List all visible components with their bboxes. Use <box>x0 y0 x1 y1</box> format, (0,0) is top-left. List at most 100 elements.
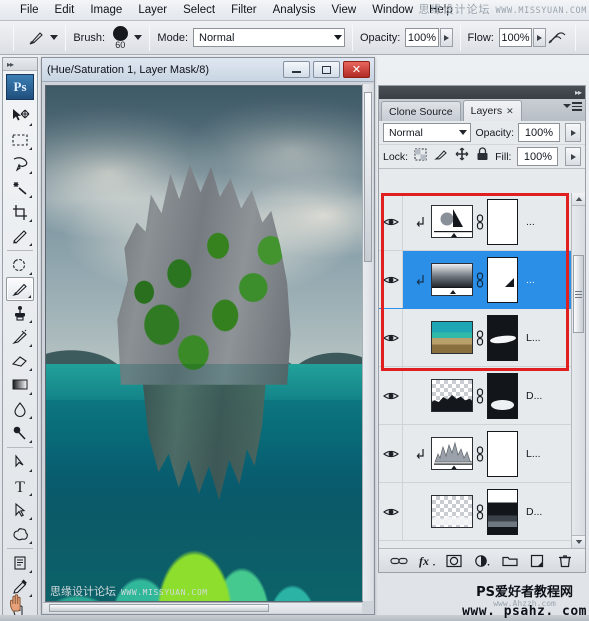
layer-blend-mode-select[interactable]: Normal <box>383 123 472 142</box>
layer-mask-link-icon[interactable] <box>473 387 487 404</box>
tool-notes[interactable] <box>6 551 34 575</box>
lock-image-pixels-icon[interactable] <box>434 148 448 166</box>
lock-transparent-pixels-icon[interactable] <box>414 148 427 166</box>
layer-visibility-toggle[interactable] <box>379 367 403 424</box>
panel-menu-button[interactable] <box>563 102 582 111</box>
layer-thumbnail[interactable] <box>431 437 473 470</box>
table-row[interactable]: ... <box>379 251 571 309</box>
flow-input[interactable]: 100% <box>498 28 533 47</box>
opacity-slider-button[interactable] <box>439 28 453 47</box>
delete-layer-button[interactable] <box>556 552 575 570</box>
tool-blur[interactable] <box>6 397 34 421</box>
tool-custom-shape[interactable] <box>6 522 34 546</box>
tool-preset-dropdown-icon[interactable] <box>50 35 59 40</box>
layer-thumbnail[interactable] <box>431 321 473 354</box>
menu-item-filter[interactable]: Filter <box>223 0 265 20</box>
menu-item-window[interactable]: Window <box>364 0 421 20</box>
tool-slice[interactable] <box>6 224 34 248</box>
tool-type[interactable]: T <box>6 474 34 498</box>
tool-history-brush[interactable] <box>6 325 34 349</box>
close-icon[interactable]: ✕ <box>506 106 514 117</box>
maximize-button[interactable] <box>313 61 340 78</box>
menu-item-edit[interactable]: Edit <box>47 0 83 20</box>
tool-dodge[interactable] <box>6 421 34 445</box>
tool-preset-picker[interactable] <box>26 26 46 50</box>
toolbox-collapse-handle[interactable]: ▸▸ <box>3 58 37 71</box>
lock-all-icon[interactable] <box>476 147 489 166</box>
tool-crop[interactable] <box>6 200 34 224</box>
scroll-up-button[interactable] <box>572 193 585 206</box>
menu-item-file[interactable]: File <box>12 0 47 20</box>
canvas-vertical-scrollbar[interactable] <box>362 84 373 601</box>
menu-item-view[interactable]: View <box>323 0 364 20</box>
close-button[interactable]: ✕ <box>343 61 370 78</box>
layer-visibility-toggle[interactable] <box>379 309 403 366</box>
tool-move[interactable] <box>6 104 34 128</box>
table-row[interactable]: ... <box>379 193 571 251</box>
menu-item-analysis[interactable]: Analysis <box>265 0 324 20</box>
canvas-horizontal-scrollbar[interactable] <box>43 602 362 613</box>
layers-panel-scrollbar[interactable] <box>571 193 585 548</box>
table-row[interactable]: L... <box>379 425 571 483</box>
layer-style-button[interactable]: fx <box>417 552 436 570</box>
layer-visibility-toggle[interactable] <box>379 193 403 250</box>
panel-opacity-input[interactable]: 100% <box>518 123 560 142</box>
layer-thumbnail[interactable] <box>431 379 473 412</box>
new-adjustment-layer-button[interactable] <box>472 552 491 570</box>
layers-scroll-thumb[interactable] <box>573 255 584 333</box>
link-layers-button[interactable] <box>389 552 408 570</box>
table-row[interactable]: D... <box>379 483 571 541</box>
new-layer-button[interactable] <box>528 552 547 570</box>
layer-mask-thumbnail[interactable] <box>487 430 518 477</box>
document-title-bar[interactable]: (Hue/Saturation 1, Layer Mask/8) ✕ <box>42 58 374 82</box>
tool-eraser[interactable] <box>6 349 34 373</box>
fill-input[interactable]: 100% <box>517 147 559 166</box>
brush-picker-dropdown-icon[interactable] <box>134 35 143 40</box>
menu-item-select[interactable]: Select <box>175 0 223 20</box>
flow-slider-button[interactable] <box>533 28 547 47</box>
tool-gradient[interactable] <box>6 373 34 397</box>
layer-mask-thumbnail[interactable] <box>487 372 518 419</box>
tool-patch[interactable] <box>6 253 34 277</box>
lock-position-icon[interactable] <box>455 147 469 166</box>
layer-mask-link-icon[interactable] <box>473 503 487 520</box>
menu-item-layer[interactable]: Layer <box>130 0 175 20</box>
layer-thumbnail[interactable] <box>431 263 473 296</box>
layer-thumbnail[interactable] <box>431 495 473 528</box>
layer-visibility-toggle[interactable] <box>379 251 403 308</box>
panel-collapse-handle[interactable]: ▸▸ <box>379 86 585 99</box>
minimize-button[interactable] <box>283 61 310 78</box>
layer-mask-link-icon[interactable] <box>473 445 487 462</box>
layer-visibility-toggle[interactable] <box>379 483 403 540</box>
tab-clone-source[interactable]: Clone Source <box>381 101 461 121</box>
layer-mask-thumbnail[interactable] <box>487 198 518 245</box>
layer-mask-link-icon[interactable] <box>473 213 487 230</box>
airbrush-toggle[interactable] <box>546 26 568 50</box>
brush-preview[interactable]: 60 <box>110 25 130 50</box>
panel-opacity-slider-button[interactable] <box>565 123 581 142</box>
menu-item-help[interactable]: Help <box>421 0 461 20</box>
tool-magic-wand[interactable] <box>6 176 34 200</box>
layer-mask-thumbnail[interactable] <box>487 256 518 303</box>
layer-thumbnail[interactable] <box>431 205 473 238</box>
canvas-vscroll-thumb[interactable] <box>364 92 372 262</box>
layer-visibility-toggle[interactable] <box>379 425 403 482</box>
canvas-hscroll-thumb[interactable] <box>49 604 269 612</box>
table-row[interactable]: L... <box>379 309 571 367</box>
tool-brush[interactable] <box>6 277 34 301</box>
tab-layers[interactable]: Layers ✕ <box>462 100 522 121</box>
tool-marquee[interactable] <box>6 128 34 152</box>
tool-lasso[interactable] <box>6 152 34 176</box>
layer-mask-thumbnail[interactable] <box>487 314 518 361</box>
tool-path-selection[interactable] <box>6 498 34 522</box>
scroll-down-button[interactable] <box>572 535 585 548</box>
blend-mode-select[interactable]: Normal <box>193 28 345 47</box>
opacity-input[interactable]: 100% <box>405 28 439 47</box>
new-group-button[interactable] <box>500 552 519 570</box>
layer-mask-link-icon[interactable] <box>473 329 487 346</box>
tool-clone-stamp[interactable] <box>6 301 34 325</box>
table-row[interactable]: D... <box>379 367 571 425</box>
tool-pen[interactable] <box>6 450 34 474</box>
fill-slider-button[interactable] <box>565 147 581 166</box>
add-layer-mask-button[interactable] <box>445 552 464 570</box>
